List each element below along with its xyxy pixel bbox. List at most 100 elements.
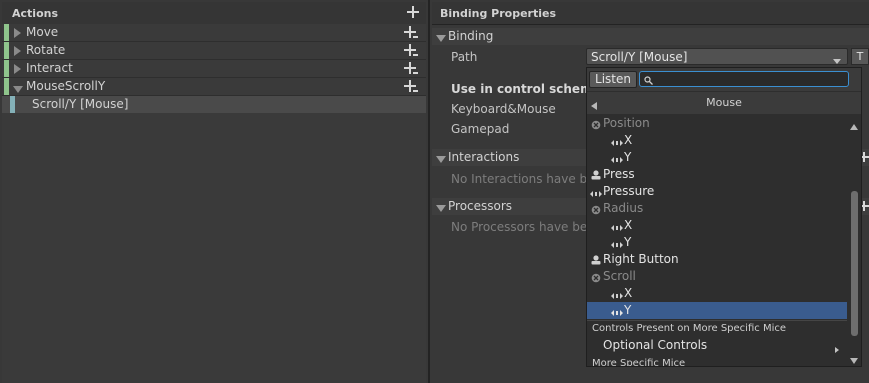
axis-icon <box>611 238 623 252</box>
tree-item-label: Y <box>624 303 632 317</box>
tree-item-label: X <box>624 286 633 300</box>
tree-item-position-x[interactable]: X <box>587 132 847 149</box>
actions-header: Actions <box>2 2 426 25</box>
expand-triangle-icon[interactable] <box>14 63 22 77</box>
axis-icon <box>611 289 623 303</box>
vector-icon <box>591 119 601 133</box>
tree-item-label: Press <box>603 167 635 181</box>
action-row-move[interactable]: Move <box>2 24 426 42</box>
add-binding-plus-icon[interactable] <box>404 62 418 78</box>
tree-item-label: X <box>624 218 633 232</box>
action-color-bar <box>4 78 9 95</box>
tree-item-scroll-x[interactable]: X <box>587 285 847 302</box>
tree-item-right-button[interactable]: Right Button <box>587 251 847 268</box>
optional-controls-item[interactable]: Optional Controls <box>603 338 707 352</box>
interactions-empty-text: No Interactions have bee <box>451 172 602 186</box>
action-row-interact[interactable]: Interact <box>2 60 426 78</box>
use-in-scheme-label: Use in control scheme <box>451 82 601 96</box>
search-input[interactable] <box>656 72 841 86</box>
tree-item-radius-y[interactable]: Y <box>587 234 847 251</box>
binding-row-scroll-y[interactable]: Scroll/Y [Mouse] <box>2 96 426 113</box>
axis-icon <box>611 153 623 167</box>
path-dropdown[interactable]: Scroll/Y [Mouse] <box>586 48 848 65</box>
add-action-plus-icon[interactable] <box>406 5 420 19</box>
button-icon <box>591 254 601 268</box>
action-label: Rotate <box>26 43 66 57</box>
tree-item-label: Position <box>603 116 650 130</box>
tree-item-label: Right Button <box>603 252 679 266</box>
collapse-triangle-icon[interactable] <box>436 202 446 216</box>
tree-item-label: Scroll <box>603 269 636 283</box>
binding-section-header[interactable]: Binding <box>432 28 869 45</box>
tree-item-position[interactable]: Position <box>587 115 847 132</box>
add-binding-plus-icon[interactable] <box>404 26 418 42</box>
control-picker-popup: Listen Mouse Position X Y Press Pressure… <box>586 67 862 367</box>
popup-toolbar: Listen <box>587 68 861 91</box>
tree-item-scroll[interactable]: Scroll <box>587 268 847 285</box>
tree-item-label: X <box>624 133 633 147</box>
listen-button[interactable]: Listen <box>589 71 637 88</box>
scheme-keyboard-mouse[interactable]: Keyboard&Mouse <box>451 102 556 116</box>
popup-scrollbar[interactable] <box>848 115 860 365</box>
axis-icon <box>590 187 602 201</box>
actions-list: Move Rotate Interact MouseScrollY Scroll… <box>2 24 426 383</box>
axis-icon <box>611 221 623 235</box>
expand-triangle-icon[interactable] <box>14 45 22 59</box>
tree-item-label: Pressure <box>603 184 655 198</box>
control-tree: Position X Y Press Pressure Radius X Y R… <box>587 115 847 319</box>
tree-item-label: Y <box>624 150 632 164</box>
search-icon <box>644 74 653 88</box>
axis-icon <box>611 136 623 150</box>
section-present-label: Controls Present on More Specific Mice <box>592 323 786 334</box>
scroll-thumb[interactable] <box>851 191 858 336</box>
collapse-triangle-icon[interactable] <box>13 83 23 97</box>
collapse-triangle-icon[interactable] <box>436 153 446 167</box>
action-color-bar <box>4 60 9 77</box>
action-label: Move <box>26 25 59 39</box>
action-color-bar <box>4 24 9 41</box>
actions-title: Actions <box>12 7 58 20</box>
processors-empty-text: No Processors have bee <box>451 220 595 234</box>
button-icon <box>591 169 601 183</box>
binding-properties-title: Binding Properties <box>440 7 557 20</box>
search-field[interactable] <box>639 71 849 87</box>
tree-item-position-y[interactable]: Y <box>587 149 847 166</box>
tree-item-pressure[interactable]: Pressure <box>587 183 847 200</box>
scroll-down-arrow-icon[interactable] <box>850 353 858 366</box>
tree-item-radius-x[interactable]: X <box>587 217 847 234</box>
vector-icon <box>591 272 601 286</box>
action-color-bar <box>4 42 9 59</box>
binding-section-label: Binding <box>448 29 494 43</box>
tree-item-label: Y <box>624 235 632 249</box>
more-specific-mice-label: More Specific Mice <box>592 358 686 367</box>
add-binding-plus-icon[interactable] <box>404 44 418 60</box>
actions-panel: Actions Move Rotate Interact MouseScroll… <box>0 0 428 383</box>
action-row-mousescrolly[interactable]: MouseScrollY <box>2 78 426 96</box>
add-binding-plus-icon[interactable] <box>404 80 418 96</box>
tree-item-scroll-y[interactable]: Y <box>587 302 847 319</box>
vector-icon <box>591 204 601 218</box>
collapse-triangle-icon[interactable] <box>436 32 446 46</box>
tree-item-radius[interactable]: Radius <box>587 200 847 217</box>
action-label: MouseScrollY <box>26 79 106 93</box>
scheme-gamepad[interactable]: Gamepad <box>451 122 509 136</box>
tree-item-press[interactable]: Press <box>587 166 847 183</box>
tree-item-label: Radius <box>603 201 644 215</box>
popup-nav-bar: Mouse <box>587 92 861 114</box>
popup-section-divider <box>587 320 847 321</box>
dropdown-arrow-icon <box>833 54 841 68</box>
expand-triangle-icon[interactable] <box>14 27 22 41</box>
popup-nav-title: Mouse <box>706 96 742 109</box>
processors-section-label: Processors <box>448 199 513 213</box>
binding-label: Scroll/Y [Mouse] <box>32 97 129 111</box>
submenu-arrow-icon <box>835 342 839 356</box>
path-value: Scroll/Y [Mouse] <box>591 50 688 64</box>
interactions-section-label: Interactions <box>448 150 520 164</box>
binding-color-bar <box>10 96 15 113</box>
action-label: Interact <box>26 61 73 75</box>
text-mode-button[interactable]: T <box>851 48 869 65</box>
axis-icon <box>611 306 623 319</box>
binding-properties-header: Binding Properties <box>432 2 869 25</box>
action-row-rotate[interactable]: Rotate <box>2 42 426 60</box>
scroll-up-arrow-icon[interactable] <box>850 119 858 133</box>
